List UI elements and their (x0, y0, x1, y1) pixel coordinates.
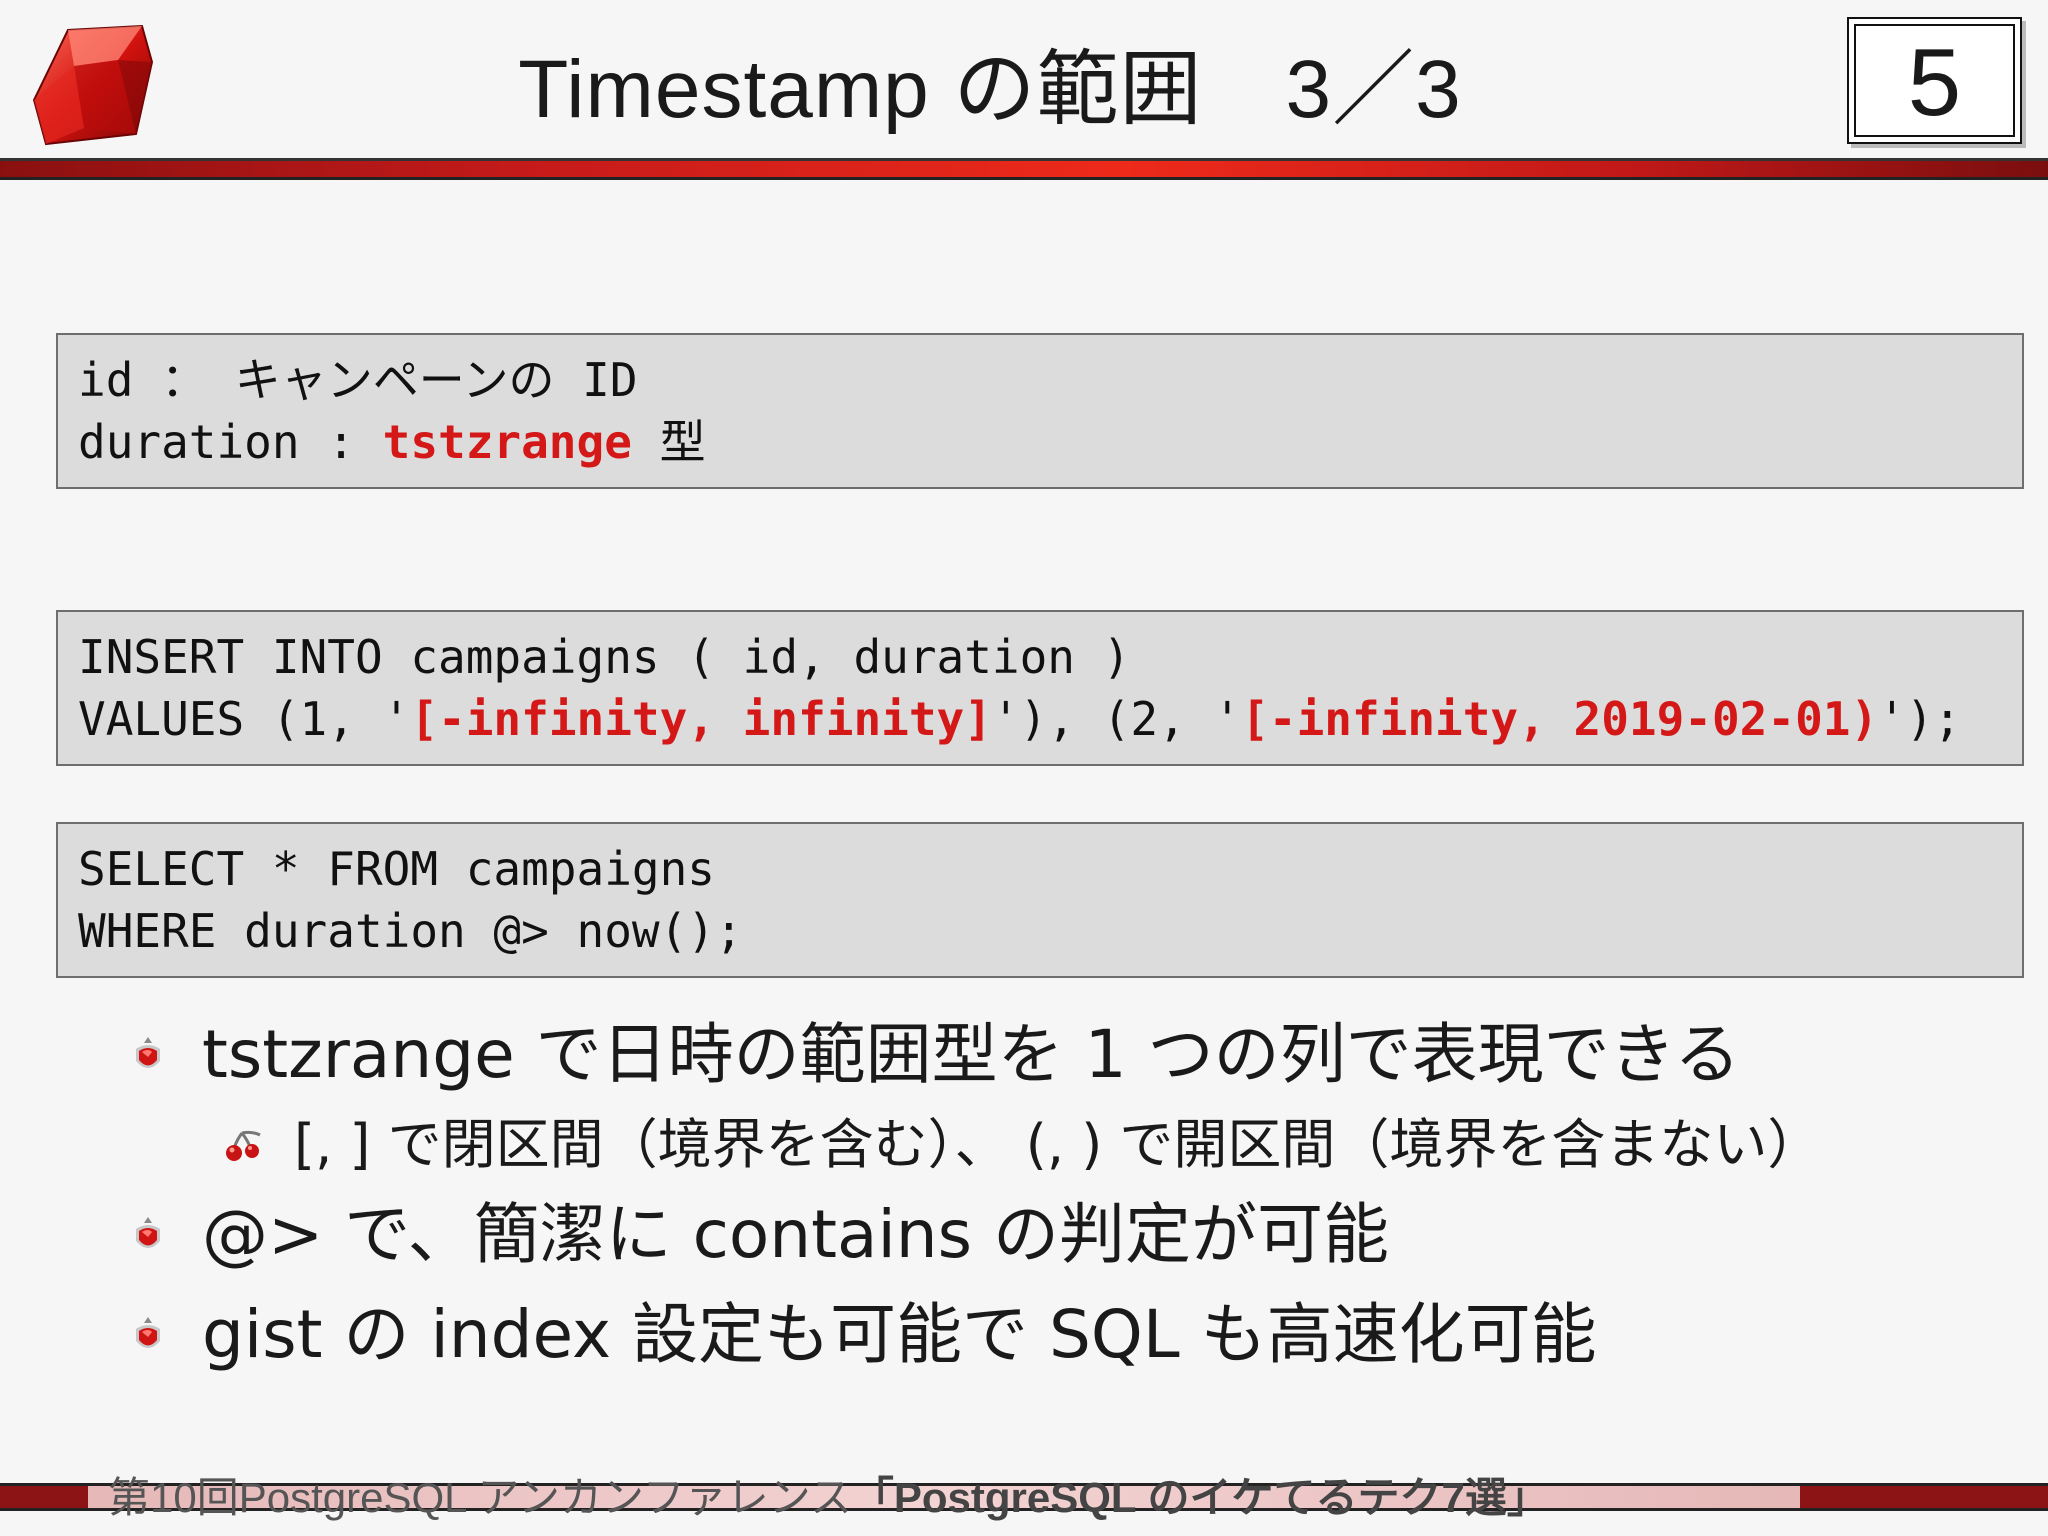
ruby-gem-bullet-icon (136, 1217, 160, 1248)
sub-bullet-item: [, ] で閉区間（境界を含む）、 (, ) で開区間（境界を含まない） (130, 1105, 2010, 1185)
code-range-highlight: [-infinity, infinity] (410, 692, 992, 746)
slide-title: Timestamp の範囲 3／3 (518, 44, 1462, 135)
ruby-gem-bullet-icon (136, 1037, 160, 1068)
page-number: 5 (1847, 17, 2022, 144)
code-line-suffix: 型 (631, 415, 706, 469)
header-divider (0, 158, 2048, 180)
footer-bar-left (0, 1483, 88, 1511)
code-line: INSERT INTO campaigns ( id, duration ) (78, 630, 1131, 684)
footer-bar-right (1800, 1483, 2048, 1511)
bullet-text: tstzrange で日時の範囲型を 1 つの列で表現できる (202, 1016, 1741, 1093)
ruby-logo-icon (32, 24, 154, 146)
footer-event: 第10回PostgreSQL アンカンファレンス (108, 1474, 852, 1521)
cherry-bullet-icon (226, 1130, 261, 1161)
insert-code-block: INSERT INTO campaigns ( id, duration ) V… (56, 610, 2024, 766)
ruby-gem-bullet-icon (136, 1317, 160, 1348)
bullet-item: gist の index 設定も可能で SQL も高速化可能 (130, 1285, 2010, 1385)
bullet-text: @> で、簡潔に contains の判定が可能 (202, 1196, 1389, 1273)
bullet-item: tstzrange で日時の範囲型を 1 つの列で表現できる (130, 1005, 2010, 1105)
sub-bullet-text: [, ] で閉区間（境界を含む）、 (, ) で開区間（境界を含まない） (294, 1113, 1822, 1176)
code-type-highlight: tstzrange (382, 415, 632, 469)
code-line: SELECT * FROM campaigns (78, 842, 715, 896)
code-segment: '), (2, ' (991, 692, 1242, 746)
schema-code-block: id ： キャンペーンの ID duration : tstzrange 型 (56, 333, 2024, 489)
footer-talk-title: 「PostgreSQL のイケてるテク7選」 (851, 1474, 1549, 1521)
code-segment: VALUES (1, ' (78, 692, 411, 746)
bullet-text: gist の index 設定も可能で SQL も高速化可能 (202, 1296, 1597, 1373)
footer-caption: 第10回PostgreSQL アンカンファレンス「PostgreSQL のイケて… (108, 1470, 1788, 1526)
bullet-list: tstzrange で日時の範囲型を 1 つの列で表現できる [, ] で閉区間… (130, 1005, 2010, 1385)
code-line: id ： キャンペーンの ID (78, 353, 638, 407)
code-range-highlight: [-infinity, 2019-02-01) (1241, 692, 1879, 746)
bullet-item: @> で、簡潔に contains の判定が可能 (130, 1185, 2010, 1285)
select-code-block: SELECT * FROM campaigns WHERE duration @… (56, 822, 2024, 978)
code-segment: '); (1878, 692, 1962, 746)
code-line: WHERE duration @> now(); (78, 904, 743, 958)
code-line-prefix: duration : (78, 415, 383, 469)
